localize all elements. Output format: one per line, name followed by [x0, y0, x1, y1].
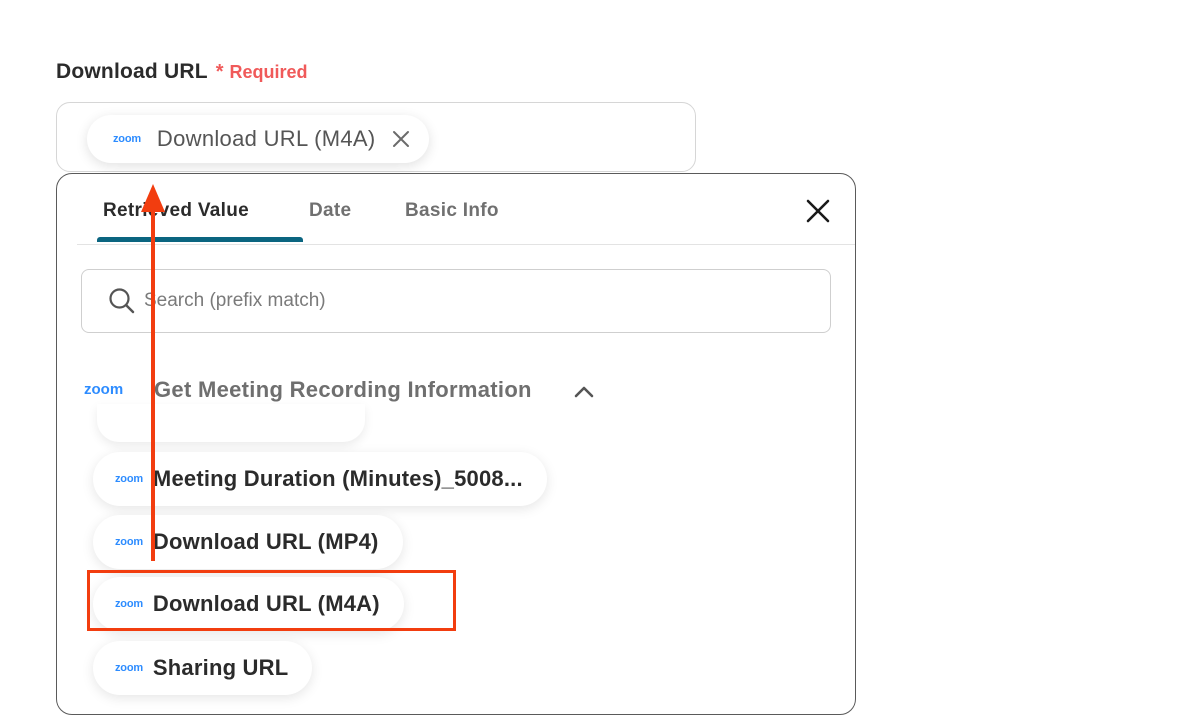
field-label-text: Download URL: [56, 60, 208, 83]
annotation-arrow-up-icon: [141, 184, 165, 217]
annotation-arrow-shaft: [151, 208, 155, 561]
tab-date[interactable]: Date: [309, 200, 351, 222]
download-url-field-label: Download URL * Required: [56, 60, 308, 84]
value-picker-popup: Retrieved Value Date Basic Info zoom Get…: [56, 173, 856, 715]
search-input[interactable]: [142, 270, 806, 332]
annotation-highlight-box: [87, 570, 456, 631]
list-item-label: Sharing URL: [152, 655, 289, 680]
zoom-logo-icon: zoom: [84, 381, 124, 398]
remove-chip-close-icon[interactable]: [389, 127, 413, 151]
search-icon: [108, 287, 136, 320]
group-title: Get Meeting Recording Information: [154, 377, 532, 402]
list-item-meeting-duration[interactable]: zoom Meeting Duration (Minutes)_5008...: [93, 452, 547, 506]
zoom-logo-icon: zoom: [115, 536, 143, 548]
list-item-sharing-url[interactable]: zoom Sharing URL: [93, 641, 313, 695]
tab-retrieved-value[interactable]: Retrieved Value: [103, 200, 249, 222]
zoom-logo-icon: zoom: [115, 473, 143, 485]
selected-value-chip[interactable]: zoom Download URL (M4A): [87, 115, 430, 163]
popup-close-icon[interactable]: [803, 196, 833, 226]
chip-label: Download URL (M4A): [156, 126, 376, 151]
search-box: [81, 269, 831, 333]
chevron-up-icon[interactable]: [573, 384, 595, 405]
zoom-logo-icon: zoom: [113, 133, 141, 145]
required-asterisk: *: [215, 61, 224, 83]
active-tab-indicator: [97, 237, 303, 242]
tab-basic-info[interactable]: Basic Info: [405, 200, 499, 222]
list-item-download-url-mp4[interactable]: zoom Download URL (MP4): [93, 515, 403, 569]
zoom-logo-icon: zoom: [115, 662, 143, 674]
list-item-partial[interactable]: [97, 404, 365, 442]
list-item-label: Download URL (MP4): [152, 529, 379, 554]
required-text: Required: [229, 62, 308, 82]
download-url-input[interactable]: zoom Download URL (M4A): [56, 102, 696, 172]
list-item-label: Meeting Duration (Minutes)_5008...: [152, 466, 523, 491]
tab-bar: Retrieved Value Date Basic Info: [77, 174, 855, 245]
